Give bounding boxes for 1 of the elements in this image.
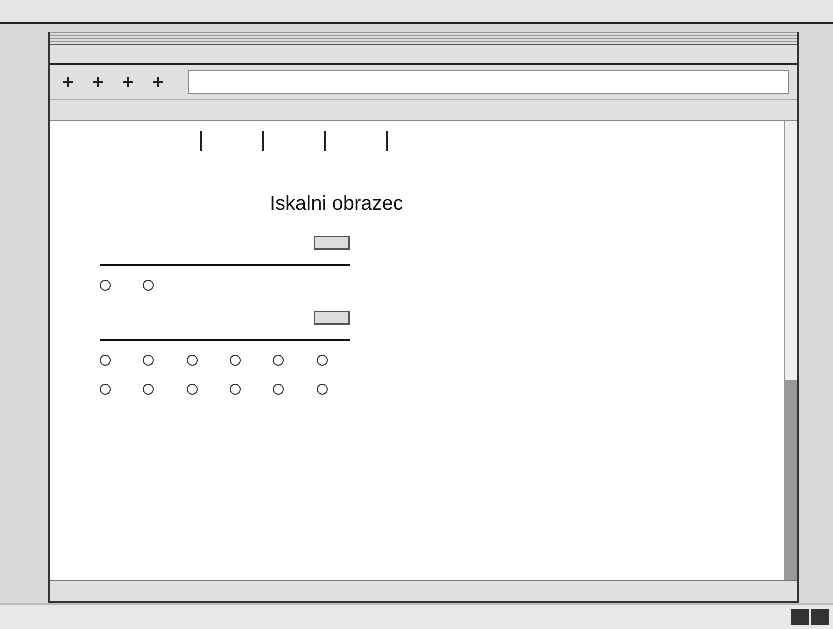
page-heading: Iskalni obrazec <box>270 193 404 216</box>
